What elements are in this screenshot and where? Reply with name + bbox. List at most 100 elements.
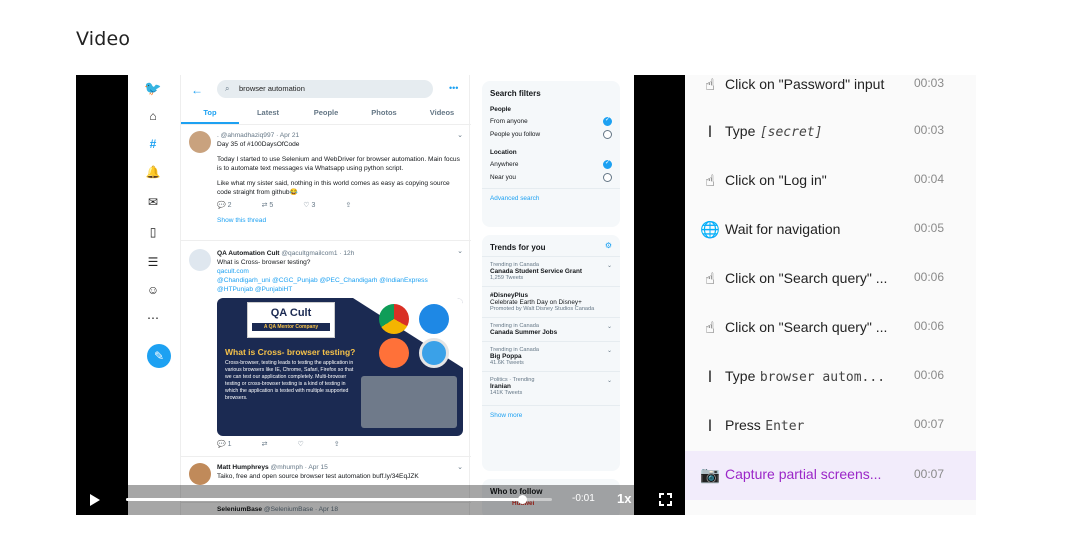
pointer-icon: ☝ [705,170,715,190]
section-title: Video [76,28,131,50]
tab-people: People [313,108,339,117]
pointer-icon: ☝ [705,75,715,94]
tab-photos: Photos [371,108,397,117]
twitter-side-nav: 🐦 ⌂ # 🔔 ✉ ▯ ☰ ☺ ⋯ ✎ [128,75,178,515]
pointer-icon: ☝ [705,317,715,337]
more-icon: ⋯ [147,311,159,325]
chevron-down-icon: ⌄ [606,378,612,384]
tweet-handle: . @ahmadhaziq997 · Apr 21 [217,132,300,139]
more-dots-icon: ••• [449,83,459,93]
progress-handle[interactable] [518,495,528,504]
action-item[interactable]: I Type browser autom... 00:06 [685,367,976,416]
retweet-icon: ⇄ 5 [261,202,274,209]
progress-track[interactable] [126,495,552,504]
trend-item: Politics · Trending Iranian 141K Tweets … [482,371,620,401]
tweet-text: Like what my sister said, nothing in thi… [217,180,450,196]
tweet-header: Matt Humphreys @mhumph · Apr 15 [217,464,328,471]
tweet-text: Today I started to use Selenium and WebD… [217,156,460,172]
like-icon: ♡ 3 [303,202,316,209]
camera-icon: 📷 [700,464,720,484]
chrome-icon [379,304,409,334]
filter-option: Near you [482,171,620,184]
filter-option: Anywhere [482,158,620,171]
radio-icon [603,173,612,182]
tweet-line: Taiko, free and open source browser test… [217,473,419,480]
share-icon: ⇪ [333,441,340,448]
radio-icon [603,130,612,139]
tweet-line: What is Cross- browser testing? [217,259,311,266]
search-filters-title: Search filters [490,89,541,98]
like-icon: ♡ [297,441,304,448]
globe-icon: 🌐 [700,219,720,239]
radio-checked-icon [603,116,612,126]
tweet: ⌄ . @ahmadhaziq997 · Apr 21 Day 35 of #1… [181,127,471,241]
retweet-icon: ⇄ [261,441,268,448]
search-filters-card: Search filters People From anyone People… [482,81,620,227]
tweet-actions: 💬 2 ⇄ 5 ♡ 3 ⇪ [217,201,461,210]
fullscreen-icon[interactable] [659,493,672,506]
twitter-search-box: ⌕ browser automation [217,80,433,98]
tab-top: Top [181,103,239,124]
notifications-icon: 🔔 [145,165,161,179]
share-icon: ⇪ [345,202,352,209]
home-icon: ⌂ [149,109,157,123]
trends-title: Trends for you [490,243,546,252]
tweet-image: QA Cult A QA Mentor Company What is Cros… [217,298,463,436]
action-item[interactable]: ☝ Click on "Search query" ... 00:06 [685,318,976,367]
tweet-body: . @ahmadhaziq997 · Apr 21 Day 35 of #100… [217,131,461,225]
tweet-header: QA Automation Cult @qacultgmailcom1 · 12… [217,250,355,257]
tweet-body: Matt Humphreys @mhumph · Apr 15 Taiko, f… [217,463,461,481]
gear-icon: ⚙ [604,241,612,250]
reply-icon: 💬 2 [217,202,232,209]
action-item[interactable]: ☝ Click on "Search query" ... 00:06 [685,269,976,318]
people-label: People [490,106,511,113]
avatar [189,249,211,271]
action-item-selected[interactable]: 📷 Capture partial screens... 00:07 [685,451,976,500]
text-cursor-icon: I [707,415,713,435]
tweet-link: qacult.com [217,268,249,275]
trends-card: Trends for you ⚙ Trending in Canada Cana… [482,235,620,471]
filter-option: People you follow [482,128,620,141]
trend-item: Trending in Canada Canada Summer Jobs ⌄ [482,317,620,341]
laptop-image [361,376,457,428]
action-item[interactable]: ☝ Click on "Password" input 00:03 [685,75,976,124]
profile-icon: ☺ [146,283,160,297]
chevron-down-icon: ⌄ [606,348,612,354]
chevron-down-icon: ⌄ [606,324,612,330]
tweet-mentions: @Chandigarh_uni @CGC_Punjab @PEC_Chandig… [217,277,428,293]
play-icon[interactable] [90,494,100,506]
video-frame: 🐦 ⌂ # 🔔 ✉ ▯ ☰ ☺ ⋯ ✎ ← ⌕ browser automati… [128,75,634,515]
action-item[interactable]: I Type [secret] 00:03 [685,122,976,171]
twitter-right-column: Search filters People From anyone People… [478,75,634,515]
tweet: ⌄ QA Automation Cult @qacultgmailcom1 · … [181,243,471,457]
tweet-body: QA Automation Cult @qacultgmailcom1 · 12… [217,249,463,449]
trend-item: Trending in Canada Big Poppa 41.6K Tweet… [482,341,620,371]
search-icon: ⌕ [225,84,230,93]
time-remaining: -0:01 [572,493,595,504]
tab-videos: Videos [429,108,455,117]
compose-tweet-icon: ✎ [147,344,171,368]
advanced-search-link: Advanced search [482,188,620,210]
lists-icon: ☰ [147,255,159,269]
pointer-icon: ☝ [705,268,715,288]
action-item[interactable]: ☝ Click on "Log in" 00:04 [685,171,976,220]
promo-heading: What is Cross- browser testing? [225,347,356,357]
text-cursor-icon: I [707,366,713,386]
action-item[interactable]: 🌐 Wait for navigation 00:05 [685,220,976,269]
video-player[interactable]: 🐦 ⌂ # 🔔 ✉ ▯ ☰ ☺ ⋯ ✎ ← ⌕ browser automati… [76,75,685,515]
show-more-link: Show more [482,405,620,427]
progress-fill [126,498,523,501]
playback-speed-button[interactable]: 1x [617,491,631,506]
search-tabs: Top Latest People Photos Videos [181,103,471,125]
twitter-timeline: ← ⌕ browser automation ••• Top Latest Pe… [180,75,471,515]
messages-icon: ✉ [147,195,159,209]
chevron-down-icon: ⌄ [606,263,612,269]
firefox-icon [379,338,409,368]
tab-latest: Latest [256,108,280,117]
show-thread-link: Show this thread [217,217,267,224]
promo-description: Cross-browser, testing leads to testing … [225,360,354,401]
location-label: Location [490,149,517,156]
action-list: ☝ Click on "Password" input 00:03 I Type… [685,75,976,515]
qa-cult-logo: QA Cult A QA Mentor Company [247,302,335,338]
video-controls: -0:01 1x [76,485,685,515]
